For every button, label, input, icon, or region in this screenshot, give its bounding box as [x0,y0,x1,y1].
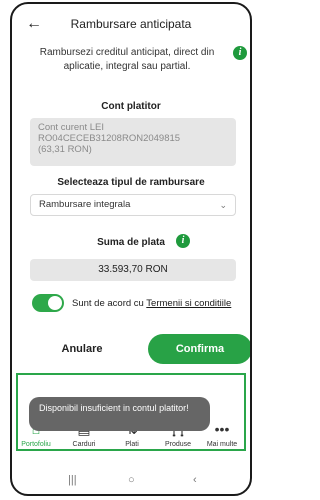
recent-apps-icon[interactable]: ||| [68,474,77,486]
terms-prefix: Sunt de acord cu [72,298,147,309]
terms-text: Sunt de acord cu Termenii si conditiile [72,298,231,309]
amount-field: 33.593,70 RON [30,259,236,281]
confirm-button[interactable]: Confirma [148,334,250,364]
chevron-down-icon: ⌄ [219,200,227,210]
error-toast: Disponibil insuficient in contul platito… [29,397,210,431]
repayment-type-select[interactable]: Rambursare integrala ⌄ [30,194,236,216]
amount-label: Suma de plata [97,237,165,248]
terms-toggle[interactable] [32,294,64,312]
repayment-type-label: Selecteaza tipul de rambursare [57,177,205,188]
payer-account-field: Cont curent LEI RO04CECEB31208RON2049815… [30,118,236,166]
repayment-type-value: Rambursare integrala [39,199,131,210]
back-chevron-icon[interactable]: ‹ [193,474,197,486]
page-title: Rambursare anticipata [70,17,192,31]
system-navigation-bar: ||| ○ ‹ [12,474,250,494]
payer-account-label: Cont platitor [101,101,161,112]
intro-text: Rambursezi creditul anticipat, direct di… [39,47,215,72]
info-icon[interactable]: i [233,46,247,60]
top-bar: ← Rambursare anticipata [12,12,250,38]
payer-account-iban: RO04CECEB31208RON2049815 [38,133,181,144]
terms-link[interactable]: Termenii si conditiile [146,298,231,309]
info-icon[interactable]: i [176,234,190,248]
toggle-knob [48,296,62,310]
home-circle-icon[interactable]: ○ [128,474,135,486]
payer-account-type: Cont curent LEI [38,122,105,133]
cancel-button[interactable]: Anulare [42,338,122,360]
payer-account-balance: (63,31 RON) [38,144,92,155]
